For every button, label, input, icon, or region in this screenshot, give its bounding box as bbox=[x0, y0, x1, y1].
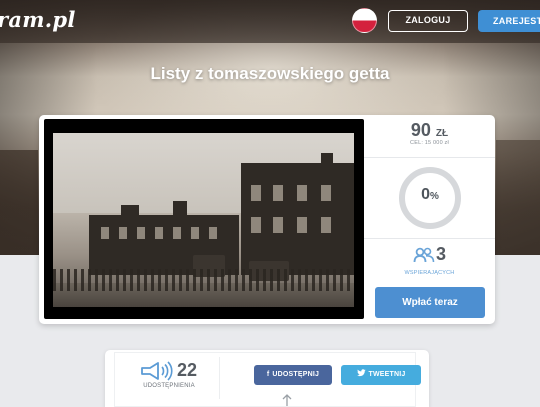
video-window bbox=[321, 185, 331, 201]
raised-amount-currency: ZŁ bbox=[435, 128, 449, 139]
video-window bbox=[137, 227, 145, 239]
video-thumbnail[interactable] bbox=[53, 133, 354, 307]
progress-unit: % bbox=[430, 191, 439, 202]
twitter-icon bbox=[356, 369, 366, 377]
pay-now-button[interactable]: Wpłać teraz bbox=[375, 287, 485, 318]
arrow-up-icon bbox=[282, 394, 292, 406]
video-window bbox=[321, 217, 331, 233]
video-building-chimney-3 bbox=[321, 153, 333, 167]
video-window bbox=[273, 185, 283, 201]
divider bbox=[364, 238, 495, 239]
divider bbox=[219, 357, 220, 399]
video-crowd bbox=[53, 269, 354, 291]
video-window bbox=[155, 227, 163, 239]
video-window bbox=[297, 217, 307, 233]
top-navigation-bar: ram.pl ZALOGUJ ZAREJESTRUJ bbox=[0, 0, 540, 43]
progress-percentage: 0% bbox=[399, 186, 461, 204]
share-label: UDOSTĘPNIENIA bbox=[143, 383, 195, 389]
goal-text: CEL: 15 000 zł bbox=[410, 140, 449, 146]
video-window bbox=[209, 227, 217, 239]
video-window bbox=[119, 227, 127, 239]
video-window bbox=[173, 227, 181, 239]
divider bbox=[364, 157, 495, 158]
video-building-chimney-2 bbox=[173, 201, 187, 219]
supporters-icon bbox=[413, 247, 435, 263]
video-player[interactable] bbox=[44, 119, 364, 319]
register-button[interactable]: ZAREJESTRUJ bbox=[478, 10, 540, 32]
progress-value: 0 bbox=[421, 186, 430, 203]
page-title: Listy z tomaszowskiego getta bbox=[150, 64, 390, 83]
video-building-chimney bbox=[121, 205, 139, 219]
video-window bbox=[251, 217, 261, 233]
poland-flag-icon[interactable] bbox=[352, 8, 377, 33]
facebook-share-button[interactable]: f UDOSTĘPNIJ bbox=[254, 365, 332, 385]
facebook-icon: f bbox=[266, 371, 270, 378]
share-count: 22 bbox=[177, 360, 198, 380]
video-window bbox=[101, 227, 109, 239]
megaphone-icon bbox=[141, 361, 173, 381]
video-window bbox=[297, 185, 307, 201]
supporters-label: WSPIERAJĄCYCH bbox=[404, 270, 455, 276]
supporters-count: 3 bbox=[436, 244, 447, 264]
raised-amount: 90 ZŁ bbox=[364, 120, 495, 141]
twitter-share-button[interactable]: TWEETNIJ bbox=[341, 365, 421, 385]
login-button[interactable]: ZALOGUJ bbox=[388, 10, 468, 32]
facebook-share-label: UDOSTĘPNIJ bbox=[272, 371, 320, 378]
site-logo[interactable]: ram.pl bbox=[0, 7, 76, 32]
video-window bbox=[273, 217, 283, 233]
video-window bbox=[251, 185, 261, 201]
twitter-share-label: TWEETNIJ bbox=[368, 371, 406, 378]
raised-amount-value: 90 bbox=[410, 120, 431, 140]
video-window bbox=[191, 227, 199, 239]
